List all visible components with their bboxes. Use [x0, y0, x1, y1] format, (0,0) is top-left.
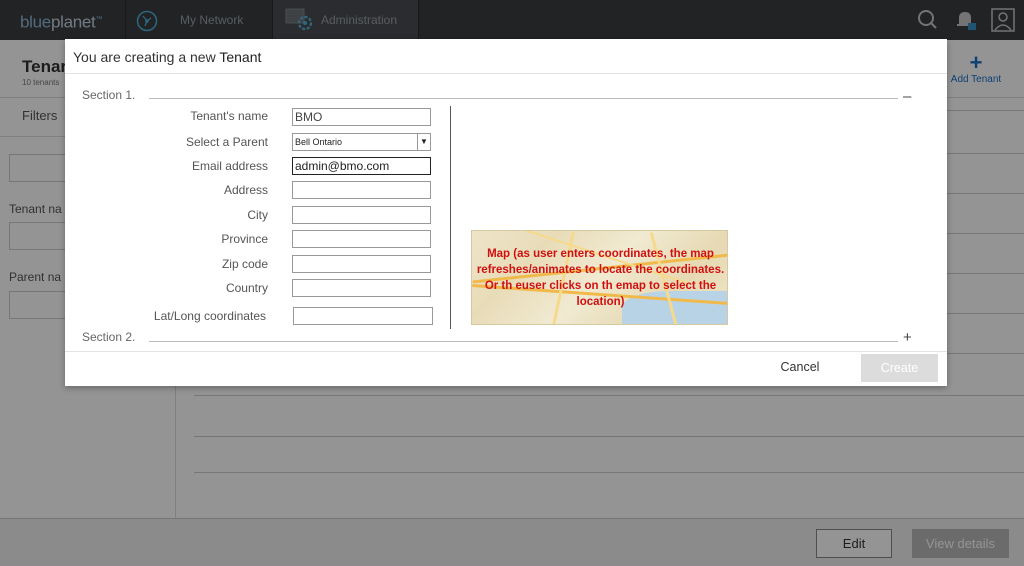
- province-label: Province: [221, 232, 268, 246]
- parent-label: Select a Parent: [185, 135, 268, 149]
- chevron-down-icon: ▼: [417, 134, 430, 150]
- modal-title-prefix: You are creating a new: [73, 49, 220, 65]
- form-map-divider: [450, 106, 451, 329]
- modal-title: You are creating a new Tenant: [73, 49, 261, 65]
- parent-select-value: Bell Ontario: [295, 137, 343, 147]
- country-label: Country: [225, 281, 268, 295]
- city-label: City: [247, 208, 268, 222]
- section-1-label: Section 1.: [82, 88, 136, 102]
- email-label: Email address: [191, 159, 268, 173]
- country-input[interactable]: [292, 279, 431, 297]
- modal-footer: Cancel Create: [65, 351, 947, 386]
- section-1-divider: [149, 98, 898, 99]
- tenant-name-input[interactable]: BMO: [292, 108, 431, 126]
- zip-code-label: Zip code: [221, 257, 268, 271]
- create-tenant-modal: You are creating a new Tenant Section 1.…: [65, 39, 947, 386]
- latlong-label: Lat/Long coordinates: [153, 309, 266, 323]
- province-input[interactable]: [292, 230, 431, 248]
- modal-title-entity: Tenant: [219, 49, 262, 65]
- city-input[interactable]: [292, 206, 431, 224]
- zip-code-input[interactable]: [292, 255, 431, 273]
- latlong-input[interactable]: [293, 307, 433, 325]
- section-2-divider: [149, 341, 898, 342]
- address-label: Address: [223, 183, 268, 197]
- modal-header: You are creating a new Tenant: [65, 39, 947, 74]
- section-2-label: Section 2.: [82, 330, 136, 344]
- parent-select[interactable]: Bell Ontario ▼: [292, 133, 431, 151]
- section-2-expand-toggle[interactable]: +: [903, 329, 912, 346]
- tenant-name-label: Tenant's name: [190, 109, 268, 123]
- section-1-collapse-toggle[interactable]: –: [903, 88, 911, 105]
- email-input[interactable]: admin@bmo.com: [292, 157, 431, 175]
- cancel-button[interactable]: Cancel: [765, 360, 835, 374]
- location-map[interactable]: Map (as user enters coordinates, the map…: [471, 230, 728, 325]
- map-placeholder-note: Map (as user enters coordinates, the map…: [476, 248, 725, 308]
- address-input[interactable]: [292, 181, 431, 199]
- create-button[interactable]: Create: [861, 354, 938, 382]
